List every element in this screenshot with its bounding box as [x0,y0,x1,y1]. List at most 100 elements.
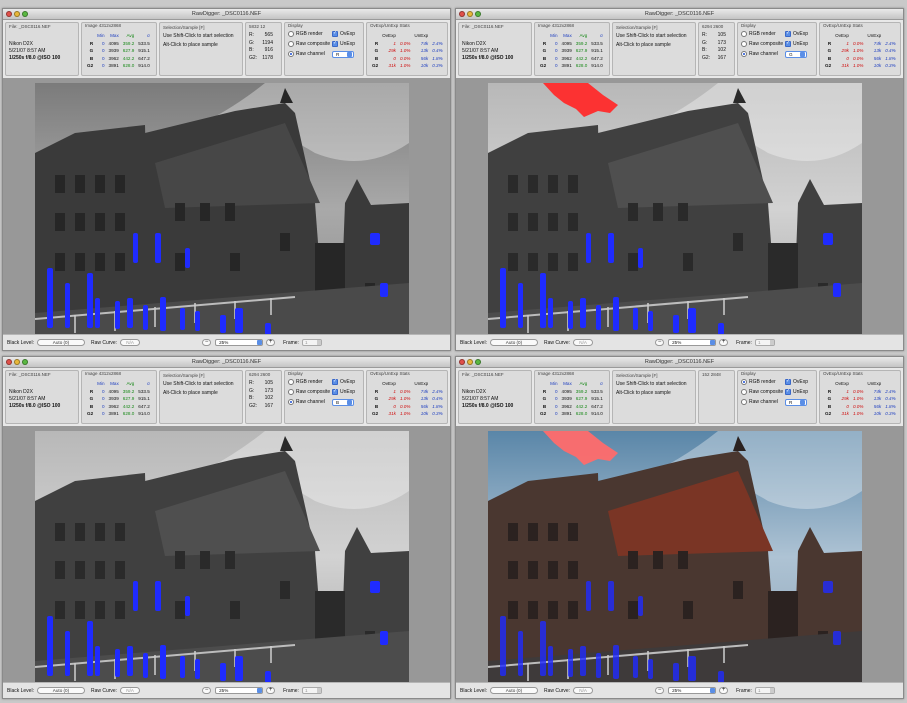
raw-channel-radio[interactable] [288,51,294,57]
rgb-render-radio[interactable] [288,379,294,385]
close-window-button[interactable] [459,359,465,365]
zoom-select[interactable]: 25% [215,687,264,694]
photo-preview[interactable] [488,83,862,335]
zoom-window-button[interactable] [475,359,481,365]
ovexp-checkbox[interactable] [785,378,791,385]
sample-channel: G2: [249,54,258,61]
sample-panel-title: 5832 12 [249,24,266,29]
unexp-checkbox[interactable] [785,388,791,395]
sample-row: G: 1194 [249,40,281,48]
unexp-checkbox[interactable] [785,40,791,47]
raw-curve-field[interactable]: N/A [573,339,594,346]
frame-select[interactable]: 1 [301,687,322,694]
close-window-button[interactable] [6,11,12,17]
channel-select[interactable]: R [785,398,807,406]
sample-row: G: 173 [249,388,281,396]
zoom-select[interactable]: 25% [668,687,717,694]
stats-cell: 0 [101,55,105,61]
zoom-out-button[interactable]: − [655,687,665,694]
rgb-render-radio[interactable] [741,31,747,37]
raw-composite-radio[interactable] [741,389,747,395]
raw-curve-label: Raw Curve: [543,339,571,346]
sample-value: 1178 [262,54,273,61]
unexp-checkbox[interactable] [332,40,338,47]
minimize-window-button[interactable] [467,11,473,17]
image-viewer[interactable] [456,78,903,336]
zoom-in-button[interactable]: + [719,687,729,694]
unexp-checkbox[interactable] [332,388,338,395]
ovexp-checkbox[interactable] [785,30,791,37]
sample-values: R: 105 G: 173 B: 102 G2: 167 [702,32,734,62]
stats-cell: G [542,48,547,53]
zoom-in-button[interactable]: + [719,339,729,346]
image-viewer[interactable] [3,78,450,336]
raw-composite-radio[interactable] [288,41,294,47]
exposure-cell: 1.0% [852,48,864,53]
raw-curve-field[interactable]: N/A [120,339,141,346]
raw-curve-field[interactable]: N/A [120,687,141,694]
raw-composite-radio[interactable] [288,389,294,395]
ovexp-checkbox[interactable] [332,30,338,37]
photo-preview[interactable] [35,431,409,683]
window-titlebar[interactable]: RawDigger: _DSC0116.NEF [3,357,450,368]
frame-select[interactable]: 1 [754,687,775,694]
display-row-composite: Raw composite UnExp [285,39,363,49]
zoom-out-button[interactable]: − [202,687,212,694]
black-level-field[interactable]: Auto (0) [36,339,85,346]
raw-curve-field[interactable]: N/A [573,687,594,694]
zoom-window-button[interactable] [475,11,481,17]
stats-header: Max [563,33,572,38]
photo-preview[interactable] [35,83,409,335]
minimize-window-button[interactable] [14,359,20,365]
minimize-window-button[interactable] [467,359,473,365]
close-window-button[interactable] [459,11,465,17]
zoom-in-button[interactable]: + [266,339,276,346]
window-titlebar[interactable]: RawDigger: _DSC0116.NEF [3,9,450,20]
stats-cell: 915.1 [591,48,603,53]
raw-channel-radio[interactable] [288,399,294,405]
exposure-cell: 0.0% [852,40,864,46]
chevron-down-icon [316,340,321,345]
display-panel-title: Display [741,371,756,376]
exposure-header: UnExp [867,33,882,38]
display-row-composite: Raw composite UnExp [285,387,363,397]
black-level-field[interactable]: Auto (0) [489,687,538,694]
window-titlebar[interactable]: RawDigger: _DSC0116.NEF [456,9,903,20]
channel-select-value: R [789,399,793,405]
stats-cell: 647.2 [591,55,603,61]
channel-select[interactable]: R [332,50,354,58]
stats-cell: 4095 [561,40,572,46]
black-level-field[interactable]: Auto (0) [489,339,538,346]
minimize-window-button[interactable] [14,11,20,17]
black-level-field[interactable]: Auto (0) [36,687,85,694]
image-viewer[interactable] [3,426,450,684]
image-viewer[interactable] [456,426,903,684]
stats-cell: 533.5 [138,40,150,46]
zoom-select[interactable]: 25% [215,339,264,346]
raw-channel-radio[interactable] [741,51,747,57]
rgb-render-radio[interactable] [741,379,747,385]
zoom-out-button[interactable]: − [655,339,665,346]
exposure-cell: 0.0% [399,40,411,46]
zoom-window-button[interactable] [22,11,28,17]
rgb-render-radio[interactable] [288,31,294,37]
window-titlebar[interactable]: RawDigger: _DSC0116.NEF [456,357,903,368]
zoom-select[interactable]: 25% [668,339,717,346]
zoom-in-button[interactable]: + [266,687,276,694]
raw-composite-radio[interactable] [741,41,747,47]
stats-cell: 627.9 [575,48,588,53]
image-stats-table: Min Max Avg σ R 0 4095 359.2 533.5 G 0 3939 627.9 915… [85,32,152,70]
zoom-out-button[interactable]: − [202,339,212,346]
close-window-button[interactable] [6,359,12,365]
channel-select[interactable]: B [332,398,354,406]
raw-channel-radio[interactable] [741,399,747,405]
shot-datetime: 5/21/07 8:57 AM [9,396,46,402]
stats-cell: 0 [554,396,558,401]
raw-composite-label: Raw composite [749,389,784,395]
photo-preview[interactable] [488,431,862,683]
ovexp-checkbox[interactable] [332,378,338,385]
frame-select[interactable]: 1 [754,339,775,346]
frame-select[interactable]: 1 [301,339,322,346]
zoom-window-button[interactable] [22,359,28,365]
channel-select[interactable]: G [785,50,807,58]
